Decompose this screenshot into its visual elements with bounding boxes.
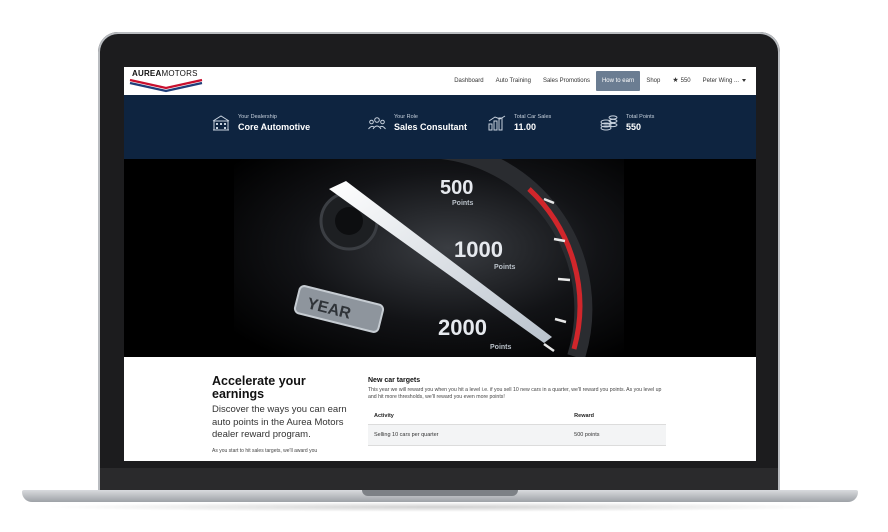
aurea-motors-logo[interactable]: AUREAMOTORS [128,69,204,93]
stat-car-sales: Total Car Sales 11.00 [488,114,551,133]
logo-text: AUREAMOTORS [132,69,198,78]
nav-how-to-earn[interactable]: How to earn [595,71,641,91]
user-menu[interactable]: Peter Wing ... [697,71,752,91]
nav-points[interactable]: ★ 550 [666,71,696,91]
gauge-1000: 1000 [454,237,503,262]
targets-column: New car targets This year we will reward… [368,377,668,446]
stat-dealership: Your Dealership Core Automotive [212,114,310,133]
nav-sales-promotions[interactable]: Sales Promotions [537,71,596,91]
laptop-notch [362,490,518,496]
laptop-screen: AUREAMOTORS Dashboard Auto Training Sale… [124,67,756,461]
points-count: 550 [680,78,691,84]
gauge-500-unit: Points [452,200,473,207]
building-icon [212,115,230,131]
nav-auto-training[interactable]: Auto Training [490,71,537,91]
table-header-row: Activity Reward [368,408,666,425]
section-title: New car targets [368,377,421,384]
nav-shop[interactable]: Shop [640,71,666,91]
targets-table: Activity Reward Selling 10 cars per quar… [368,408,666,446]
caret-down-icon [742,78,746,82]
user-name: Peter Wing ... [702,78,739,84]
laptop-shadow [40,502,840,512]
intro-column: Accelerate your earnings Discover the wa… [212,375,352,454]
intro-lead: Discover the ways you can earn auto poin… [212,404,347,440]
gauge-500: 500 [440,177,473,199]
nav-dashboard[interactable]: Dashboard [448,71,489,91]
main-nav: Dashboard Auto Training Sales Promotions… [448,71,752,91]
laptop-bezel [100,468,778,490]
intro-small-text: As you start to hit sales targets, we'll… [212,447,318,454]
table-row: Selling 10 cars per quarter 500 points [368,424,666,446]
table-header-reward: Reward [568,408,666,425]
content-section: Accelerate your earnings Discover the wa… [124,357,756,461]
gauge-2000-unit: Points [490,344,511,351]
section-text: This year we will reward you when you hi… [368,387,662,400]
star-icon: ★ [672,77,679,84]
gauge-1000-unit: Points [494,264,515,271]
hero-speedometer-image: 500 Points 1000 Points 2000 Points YEAR [124,159,756,357]
team-icon [368,117,386,130]
coins-icon [600,115,618,131]
chart-icon [488,115,506,131]
table-header-activity: Activity [368,408,569,425]
gauge-2000: 2000 [438,315,487,340]
stat-role: Your Role Sales Consultant [368,114,467,133]
stat-total-points: Total Points 550 [600,114,654,133]
speedometer-illustration: 500 Points 1000 Points 2000 Points YEAR [124,159,756,357]
page-title: Accelerate your earnings [212,374,306,401]
table-cell-activity: Selling 10 cars per quarter [368,424,569,446]
top-navbar: AUREAMOTORS Dashboard Auto Training Sale… [124,67,756,96]
stats-bar: Your Dealership Core Automotive Your Rol… [124,95,756,159]
table-cell-reward: 500 points [568,424,666,446]
